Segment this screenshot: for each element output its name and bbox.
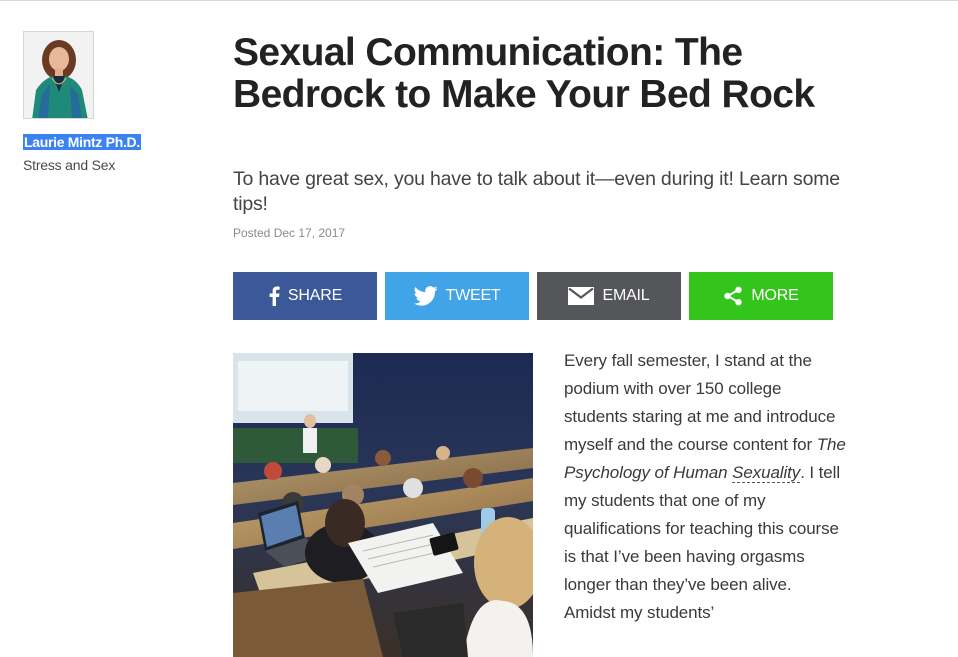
envelope-icon xyxy=(568,287,595,305)
facebook-share-button[interactable]: SHARE xyxy=(233,272,377,320)
body-paragraph-part1: Every fall semester, I stand at the podi… xyxy=(564,351,836,454)
email-share-label: EMAIL xyxy=(602,287,650,304)
more-share-label: MORE xyxy=(751,287,799,304)
twitter-share-label: TWEET xyxy=(445,287,501,304)
posted-date: Posted Dec 17, 2017 xyxy=(233,226,346,240)
lecture-hall-photo xyxy=(233,353,533,657)
body-paragraph-part2: . I tell my students that one of my qual… xyxy=(564,463,841,622)
facebook-icon xyxy=(268,286,280,306)
article-subtitle: To have great sex, you have to talk abou… xyxy=(233,168,840,215)
more-share-button[interactable]: MORE xyxy=(689,272,833,320)
facebook-share-label: SHARE xyxy=(287,287,343,304)
author-photo[interactable] xyxy=(23,31,94,119)
email-share-button[interactable]: EMAIL xyxy=(537,272,681,320)
author-blog-link[interactable]: Stress and Sex xyxy=(23,157,115,173)
article-body: Every fall semester, I stand at the podi… xyxy=(564,347,846,627)
top-divider xyxy=(0,0,958,1)
glossary-term-link[interactable]: Sexuality xyxy=(732,463,800,483)
share-nodes-icon xyxy=(723,286,743,306)
twitter-share-button[interactable]: TWEET xyxy=(385,272,529,320)
author-name-link[interactable]: Laurie Mintz Ph.D. xyxy=(23,134,141,150)
twitter-bird-icon xyxy=(413,286,438,306)
article-title: Sexual Communication: The Bedrock to Mak… xyxy=(233,31,815,116)
